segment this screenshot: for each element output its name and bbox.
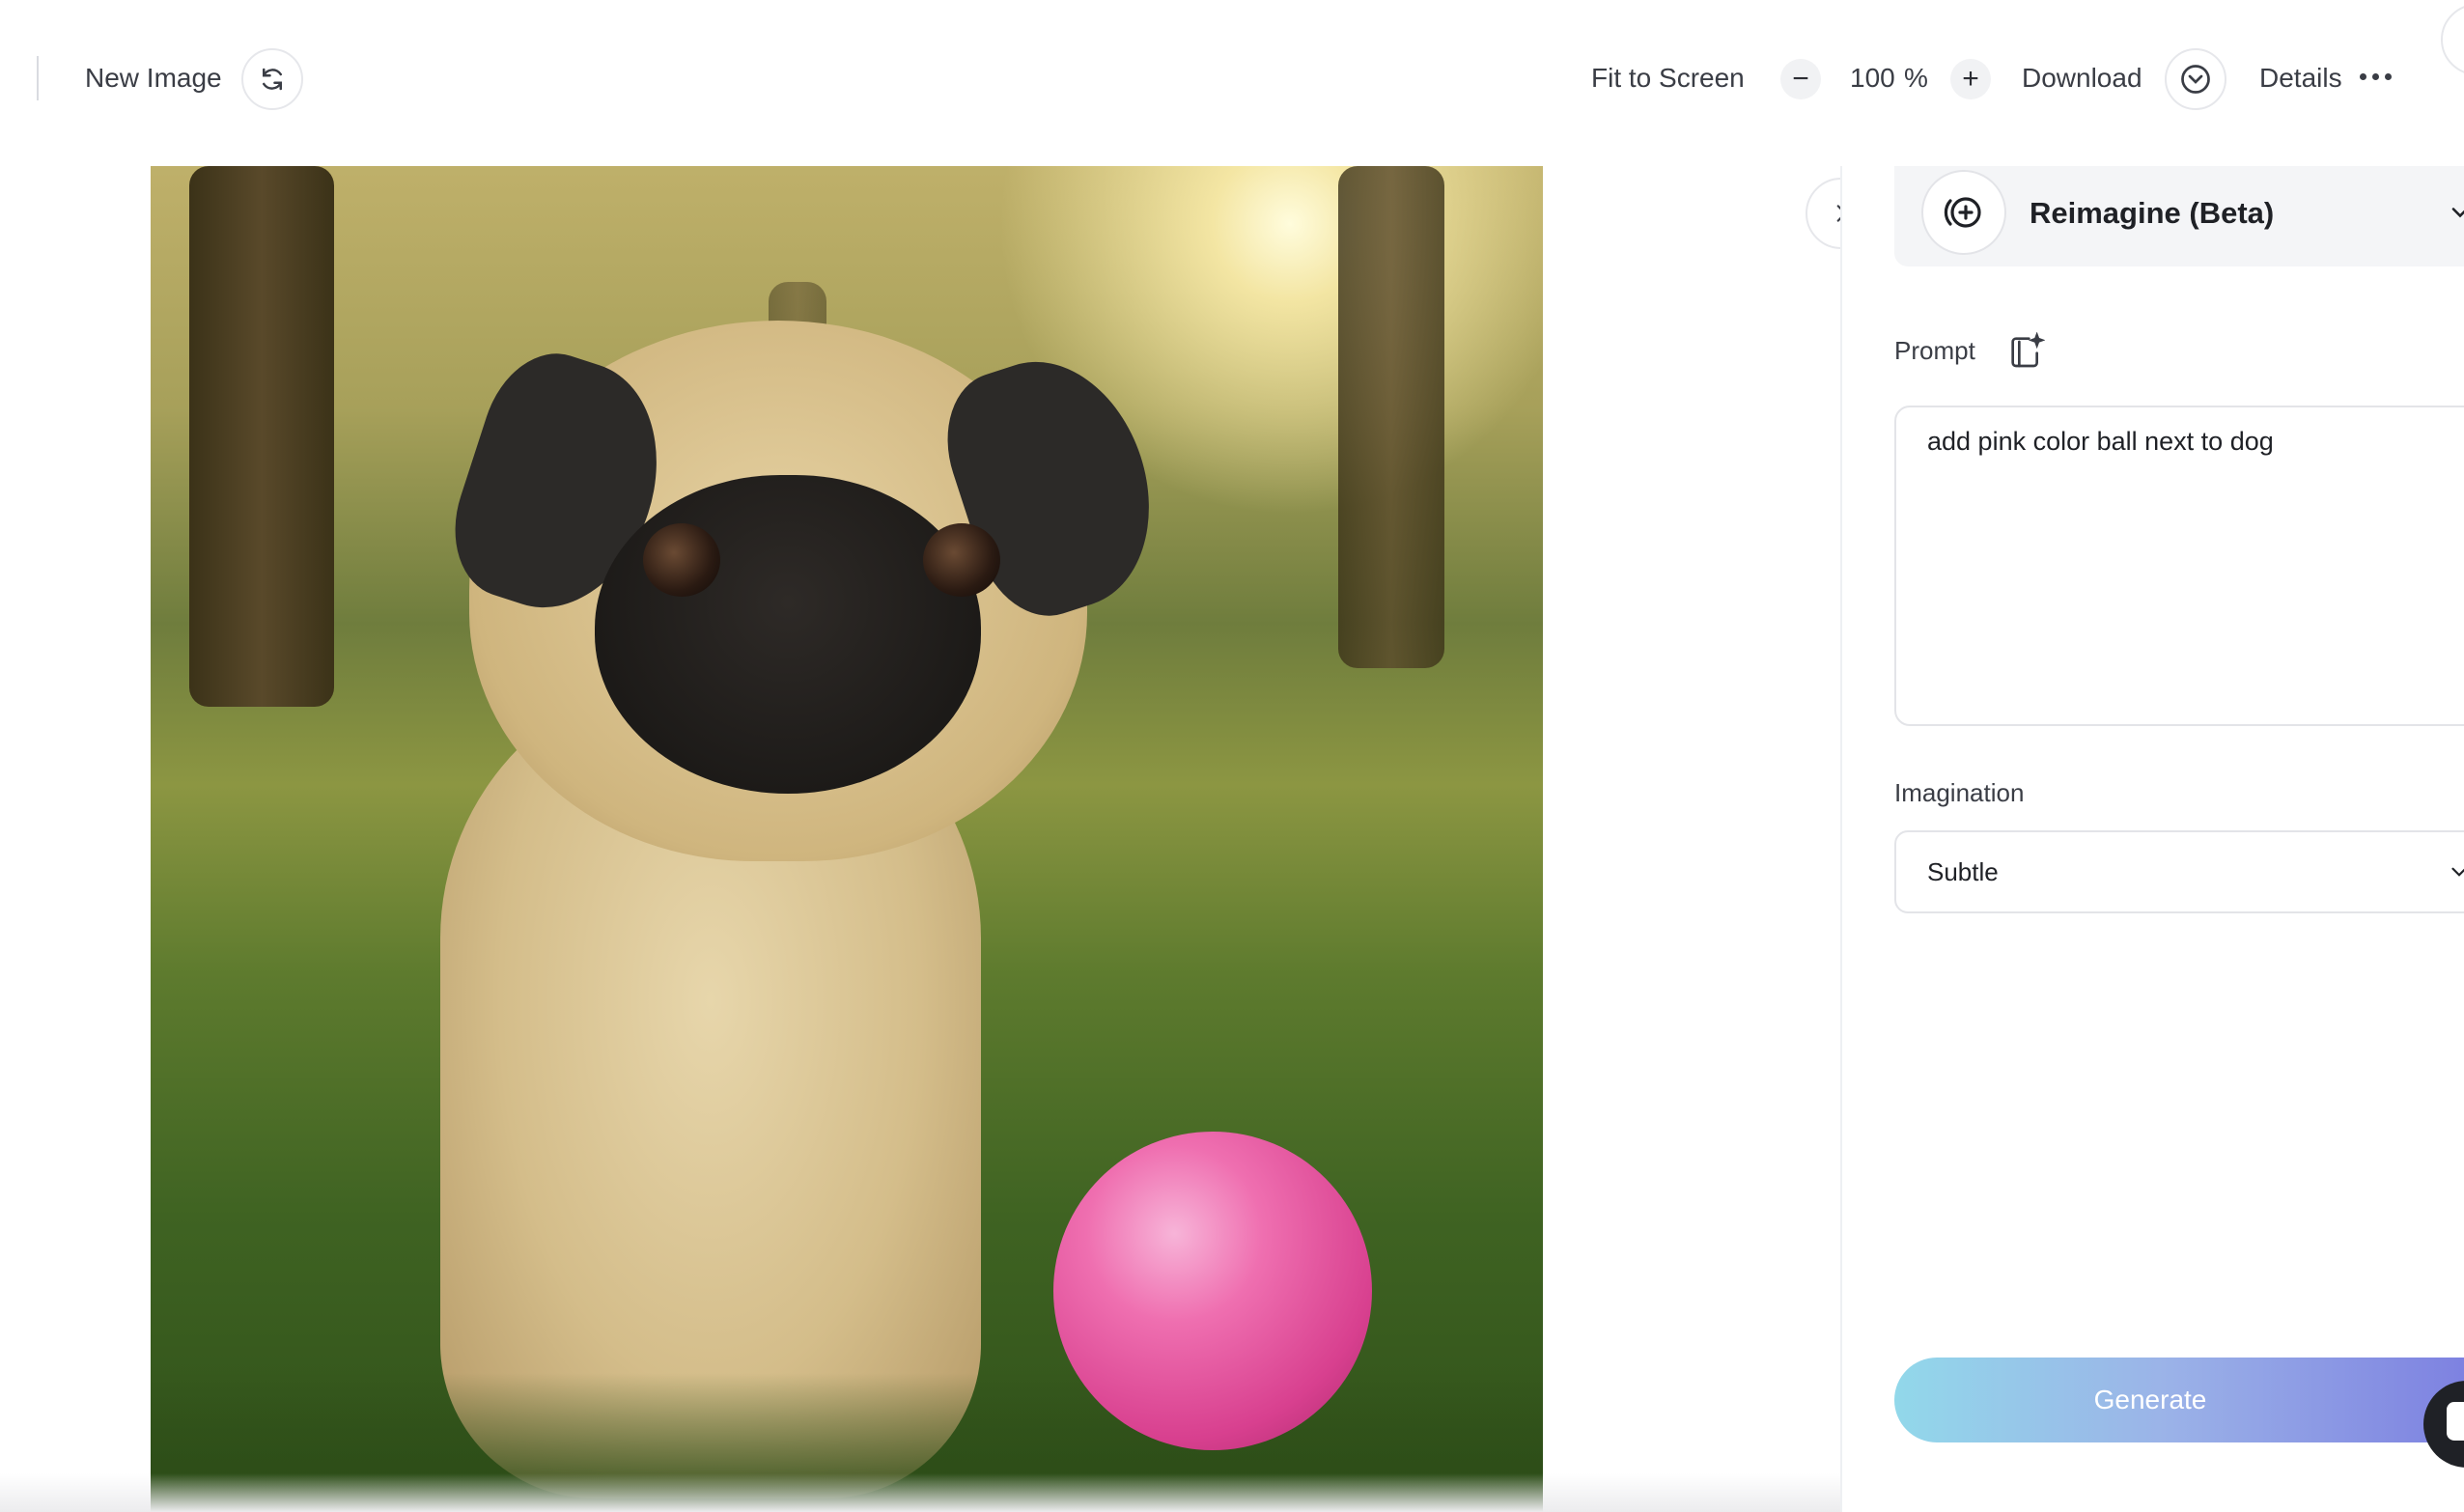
prompt-input[interactable]: add pink color ball next to dog — [1894, 406, 2464, 726]
generate-button[interactable]: Generate — [1894, 1358, 2464, 1442]
chevron-down-icon — [2451, 867, 2464, 877]
zoom-unit: % — [1904, 63, 1928, 93]
refresh-icon — [263, 68, 282, 91]
reimagine-plus-icon — [1921, 170, 2006, 255]
tool-title: Reimagine (Beta) — [2030, 196, 2275, 230]
new-image-button[interactable]: New Image — [85, 62, 222, 95]
chevron-down-circle-icon — [2181, 65, 2210, 94]
chat-icon — [2447, 1402, 2464, 1441]
zoom-out-button[interactable]: − — [1780, 59, 1821, 99]
prompt-label: Prompt — [1894, 336, 1975, 365]
toolbar-divider — [37, 56, 39, 100]
magic-prompt-icon[interactable] — [2006, 332, 2045, 371]
refresh-button[interactable] — [241, 48, 303, 110]
pink-ball — [1053, 1132, 1372, 1450]
download-options-button[interactable] — [2165, 48, 2226, 110]
imagination-select[interactable]: Subtle — [1894, 830, 2464, 913]
chevron-down-icon[interactable] — [2447, 199, 2464, 226]
more-dots-icon[interactable] — [2360, 73, 2392, 80]
generate-label: Generate — [2093, 1385, 2207, 1414]
canvas-bottom-shade — [0, 1473, 1840, 1512]
download-button[interactable]: Download — [2022, 62, 2142, 95]
zoom-in-button[interactable]: + — [1950, 59, 1991, 99]
fit-to-screen-button[interactable]: Fit to Screen — [1591, 62, 1745, 95]
imagination-value: Subtle — [1927, 857, 1999, 886]
zoom-value: 100 — [1850, 63, 1895, 93]
details-button[interactable]: Details — [2259, 62, 2342, 95]
edited-image — [151, 166, 1543, 1512]
imagination-label: Imagination — [1894, 778, 2025, 807]
